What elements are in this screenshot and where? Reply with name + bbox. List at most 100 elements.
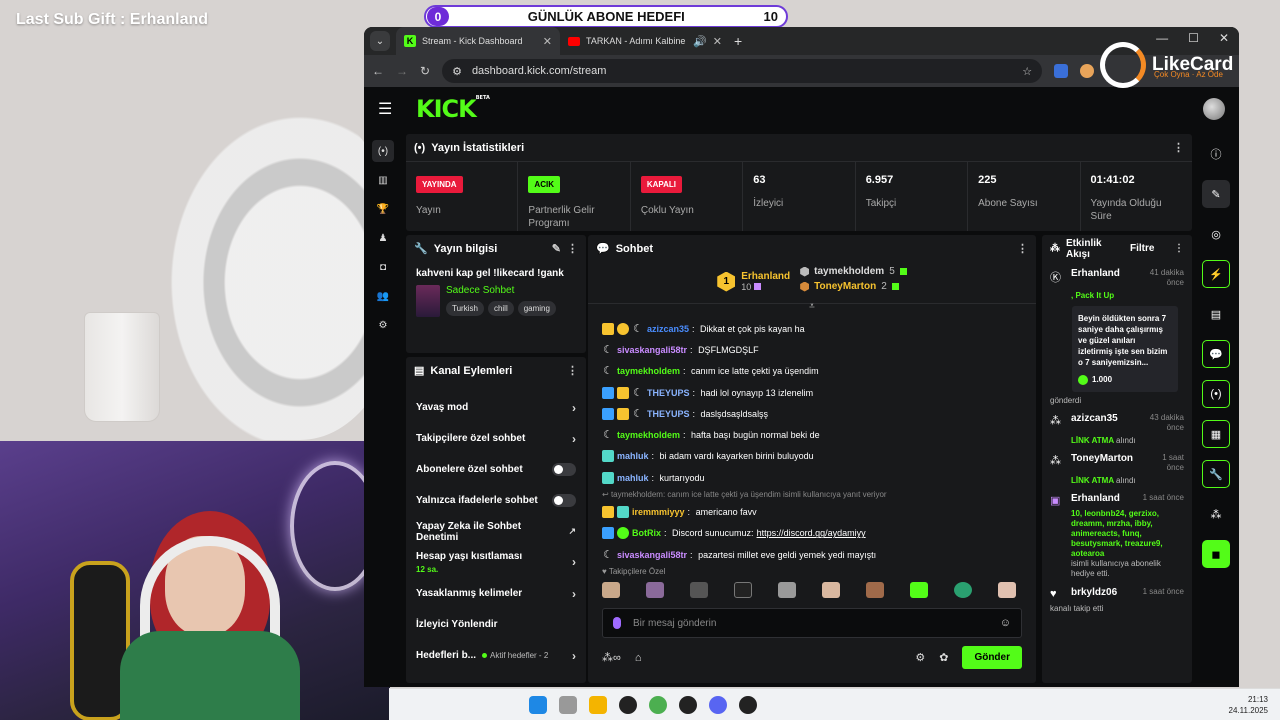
activity-item[interactable]: ▣ Erhanland 1 saat önce 10, leonbnb24, ger…	[1042, 487, 1192, 581]
clock[interactable]: 21:13 24.11.2025	[1229, 694, 1268, 716]
action-slow-mode[interactable]: Yavaş mod ›	[406, 392, 586, 423]
app-icon[interactable]	[619, 695, 637, 714]
toggle-switch[interactable]	[552, 494, 576, 507]
info-icon[interactable]: ⓘ	[1202, 140, 1230, 168]
action-raid[interactable]: İzleyici Yönlendir	[406, 609, 586, 640]
chat-message[interactable]: ☾ sivaskangali58tr: pazartesi millet eve …	[602, 544, 1022, 565]
search-icon[interactable]	[559, 695, 577, 714]
chat-message[interactable]: mahluk: kurtarıyodu	[602, 467, 1022, 488]
users-icon[interactable]: 👥	[372, 285, 394, 307]
moderation-icon[interactable]: ◘	[372, 256, 394, 278]
analytics-icon[interactable]: ▥	[372, 169, 394, 191]
mic-icon[interactable]	[613, 617, 621, 630]
emote[interactable]	[998, 582, 1016, 599]
chrome-icon[interactable]	[649, 695, 667, 714]
chat-message[interactable]: ☾ taymekholdem: hafta başı bugün normal b…	[602, 424, 1022, 445]
emote[interactable]	[734, 582, 752, 599]
site-info-icon[interactable]: ⚙	[452, 65, 462, 78]
emote[interactable]	[778, 582, 796, 599]
action-emotes-only[interactable]: Yalnızca ifadelerle sohbet	[406, 485, 586, 516]
action-followers-only[interactable]: Takipçilere özel sohbet ›	[406, 423, 586, 454]
user-avatar[interactable]	[1203, 98, 1225, 120]
live-icon[interactable]: (•)	[1202, 380, 1230, 408]
wrench-icon[interactable]: 🔧	[1202, 460, 1230, 488]
emote[interactable]	[866, 582, 884, 599]
chat-message[interactable]: iremmmiyyy: americano favv	[602, 501, 1022, 522]
translate-extension-icon[interactable]	[1054, 64, 1069, 78]
chat-message[interactable]: mahluk: bi adam vardı kayarken birini bu…	[602, 446, 1022, 467]
action-ai-moderation[interactable]: Yapay Zeka ile Sohbet Denetimi ↗	[406, 516, 586, 547]
app-icon[interactable]	[739, 695, 757, 714]
gifter-first[interactable]: 1 Erhanland 10	[717, 266, 790, 297]
shop-icon[interactable]: ⌂	[635, 652, 642, 664]
community-icon[interactable]: ♟	[372, 227, 394, 249]
chat-message[interactable]: ☾ THEYUPS: hadi lol oynayıp 13 izlenelim	[602, 382, 1022, 403]
windows-start-icon[interactable]	[529, 695, 547, 714]
chat-message[interactable]: BotRix: Discord sunucumuz: https://disco…	[602, 523, 1022, 544]
more-options-icon[interactable]: ⋮	[567, 364, 578, 377]
tab-search-button[interactable]: ⌄	[370, 31, 390, 51]
emote[interactable]	[602, 582, 620, 599]
gifter-third[interactable]: ToneyMarton 2	[800, 281, 907, 292]
audio-icon[interactable]: 🔊	[693, 35, 707, 48]
points-icon[interactable]: ⁂∞	[602, 651, 621, 664]
action-banned-words[interactable]: Yasaklanmış kelimeler ›	[406, 578, 586, 609]
menu-icon[interactable]: ☰	[378, 99, 402, 119]
extension-icon[interactable]	[1080, 64, 1095, 78]
address-bar[interactable]: ⚙ dashboard.kick.com/stream ☆	[442, 59, 1043, 83]
edit-icon[interactable]: ✎	[1202, 180, 1230, 208]
gifter-second[interactable]: taymekholdem 5	[800, 266, 907, 277]
activity-item[interactable]: Ⓚ Erhanland 41 dakika önce , Pack It Up Be…	[1042, 262, 1192, 407]
chat-message[interactable]: ☾ taymekholdem: canım ice latte çekti ya …	[602, 361, 1022, 382]
expand-icon[interactable]: ⩡	[588, 302, 1036, 314]
more-options-icon[interactable]: ⋮	[1017, 242, 1028, 255]
forward-icon[interactable]: →	[396, 64, 408, 78]
emote[interactable]	[910, 582, 928, 599]
send-button[interactable]: Gönder	[962, 646, 1022, 670]
emote[interactable]	[690, 582, 708, 599]
discord-link[interactable]: https://discord.gg/aydamiyy	[757, 528, 866, 538]
emoji-icon[interactable]: ☺	[1000, 617, 1011, 629]
document-icon[interactable]: ▤	[1202, 300, 1230, 328]
chat-bubble-icon[interactable]: 💬	[1202, 340, 1230, 368]
toggle-switch[interactable]	[552, 463, 576, 476]
emote[interactable]	[646, 582, 664, 599]
file-explorer-icon[interactable]	[589, 695, 607, 714]
github-icon[interactable]	[679, 695, 697, 714]
tag[interactable]: Turkish	[446, 301, 484, 316]
activity-item[interactable]: ⁂ ToneyMarton 1 saat önce LİNK ATMA alındı	[1042, 447, 1192, 487]
activity-item[interactable]: ⁂ azizcan35 43 dakika önce LİNK ATMA alınd…	[1042, 407, 1192, 447]
more-options-icon[interactable]: ⋮	[1174, 243, 1184, 254]
kick-logo[interactable]: KICKBETA	[416, 95, 490, 123]
chat-message[interactable]: ☾ sivaskangali58tr: DŞFLMGDŞLF	[602, 339, 1022, 360]
flash-icon[interactable]: ⚡	[1202, 260, 1230, 288]
settings-icon[interactable]: ⚙	[372, 314, 394, 336]
tag[interactable]: chill	[487, 301, 514, 316]
action-account-age[interactable]: Hesap yaşı kısıtlaması 12 sa. ›	[406, 547, 586, 578]
new-tab-button[interactable]: +	[734, 33, 742, 49]
chat-message[interactable]: ☾ azizcan35: Dikkat et çok pis kayan ha	[602, 318, 1022, 339]
close-tab-icon[interactable]: ✕	[543, 35, 552, 48]
chat-input[interactable]: Bir mesaj gönderin ☺	[602, 608, 1022, 639]
filter-button[interactable]: Filtre	[1130, 243, 1154, 254]
bot-icon[interactable]: ◼	[1202, 540, 1230, 568]
action-subscribers-only[interactable]: Abonelere özel sohbet	[406, 454, 586, 485]
back-icon[interactable]: ←	[372, 64, 384, 78]
emote[interactable]	[954, 582, 972, 599]
trophy-icon[interactable]: 🏆	[372, 198, 394, 220]
chat-message[interactable]: ☾ THEYUPS: daslşdsaşldsalşş	[602, 403, 1022, 424]
more-options-icon[interactable]: ⋮	[567, 242, 578, 255]
action-goals[interactable]: Hedefleri b... Aktif hedefler - 2 ›	[406, 640, 586, 671]
more-options-icon[interactable]: ⋮	[1173, 141, 1184, 154]
edit-icon[interactable]: ✎	[552, 242, 561, 255]
activity-item[interactable]: ♥ brkyldz06 1 saat önce kanalı takip etti	[1042, 581, 1192, 615]
close-tab-icon[interactable]: ✕	[713, 35, 722, 48]
emote-picker-icon[interactable]: ✿	[939, 651, 948, 664]
category-name[interactable]: Sadece Sohbet	[446, 285, 556, 296]
discord-icon[interactable]	[709, 695, 727, 714]
chat-settings-icon[interactable]: ⚙	[915, 651, 925, 664]
reload-icon[interactable]: ↻	[420, 64, 430, 78]
broadcast-icon[interactable]: (•)	[372, 140, 394, 162]
tab-youtube[interactable]: TARKAN - Adımı Kalbine Yaz ( 🔊 ✕	[560, 27, 730, 55]
bookmark-star-icon[interactable]: ☆	[1022, 65, 1032, 78]
